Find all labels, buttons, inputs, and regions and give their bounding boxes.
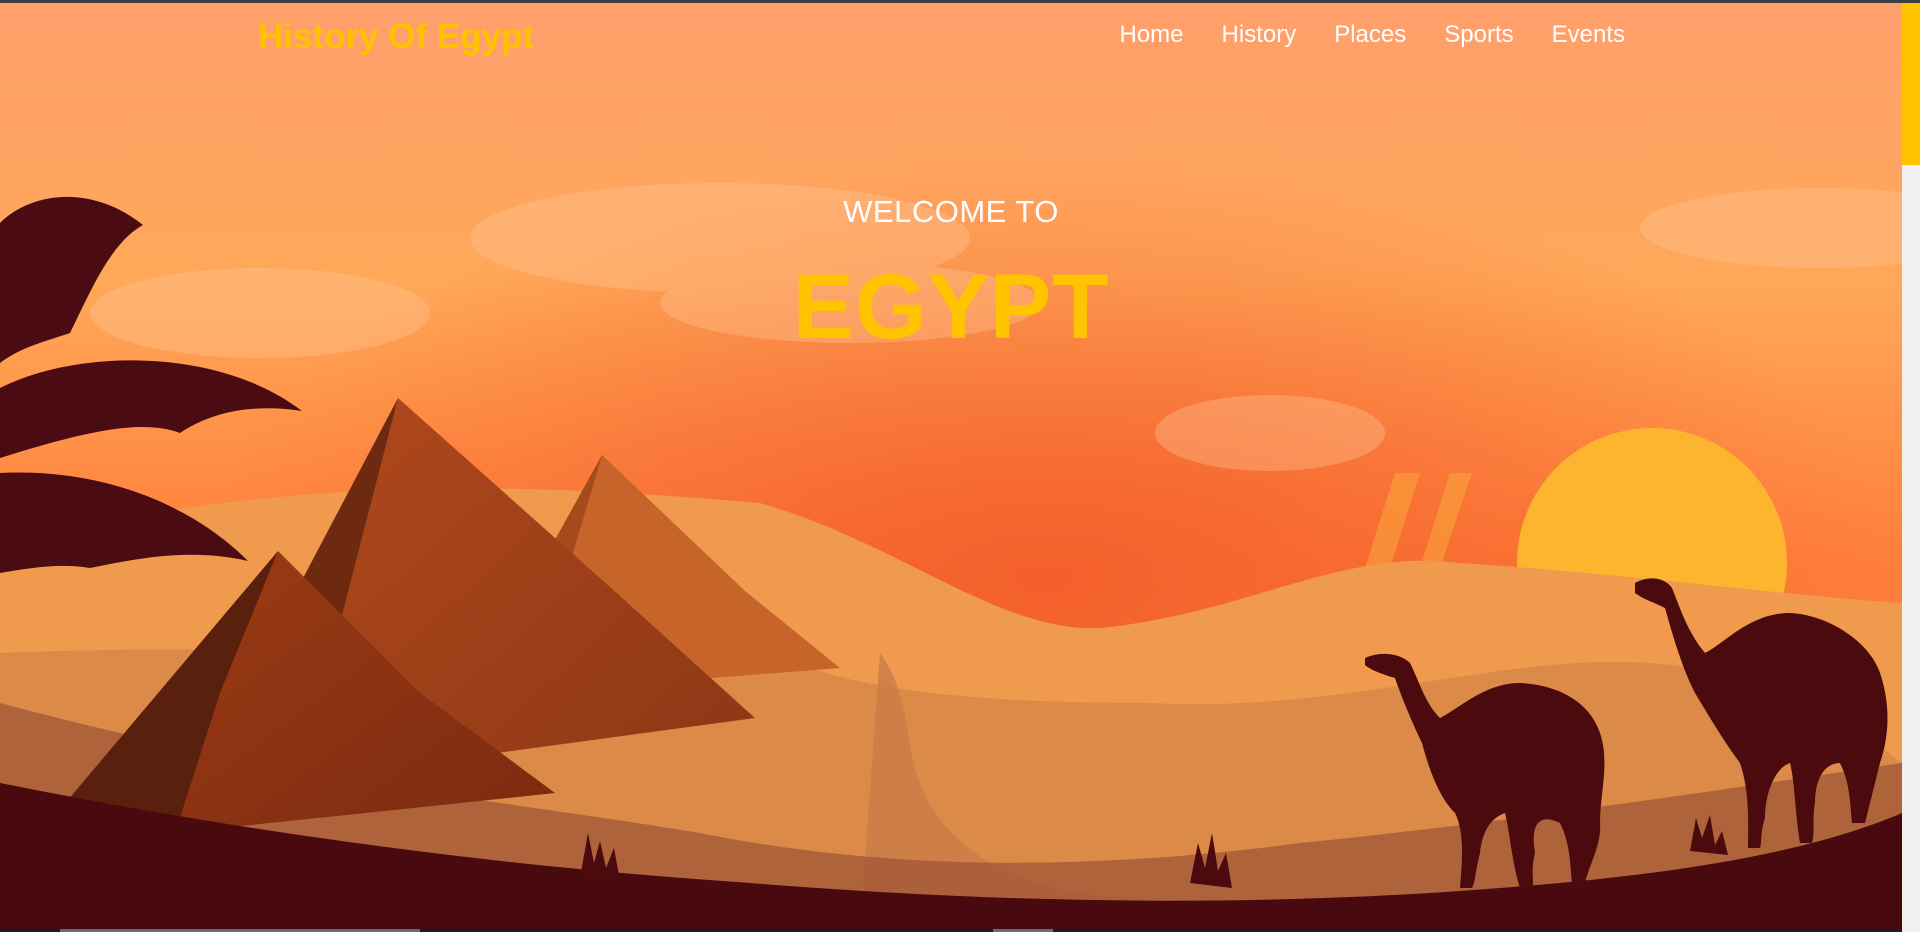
hero-title: EGYPT (792, 256, 1110, 358)
nav-link-history[interactable]: History (1222, 21, 1297, 48)
nav-menu: Home History Places Sports Events (1120, 21, 1626, 49)
site-logo[interactable]: History Of Egypt (258, 17, 534, 57)
nav-link-places[interactable]: Places (1334, 21, 1406, 48)
nav-link-events[interactable]: Events (1552, 21, 1625, 48)
page-scrollbar[interactable] (1902, 3, 1920, 932)
hero-subtitle: WELCOME TO (843, 194, 1059, 229)
scrollbar-thumb[interactable] (1902, 3, 1920, 165)
desert-illustration (0, 3, 1902, 929)
nav-link-sports[interactable]: Sports (1444, 21, 1513, 48)
nav-link-home[interactable]: Home (1120, 21, 1184, 48)
navbar: History Of Egypt Home History Places Spo… (0, 3, 1902, 75)
hero-section: History Of Egypt Home History Places Spo… (0, 3, 1902, 929)
